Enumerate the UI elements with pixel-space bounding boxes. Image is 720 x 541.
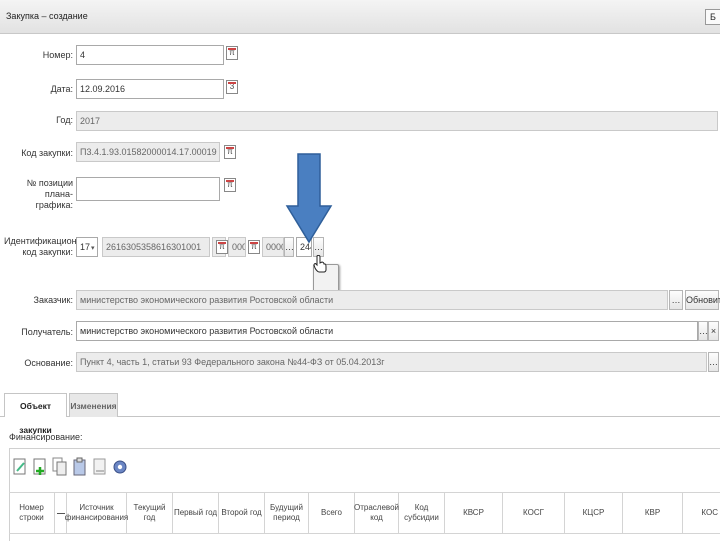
recipient-lookup-button[interactable]: … bbox=[698, 321, 708, 341]
window-title: Закупка – создание bbox=[6, 11, 88, 21]
customer-label: Заказчик: bbox=[33, 295, 73, 305]
col-kcsr[interactable]: КЦСР bbox=[565, 493, 623, 533]
edit-icon[interactable] bbox=[12, 457, 28, 477]
window-titlebar bbox=[0, 0, 720, 34]
ident-code-seg-a: 000 bbox=[228, 237, 246, 257]
plan-position-field[interactable] bbox=[76, 177, 220, 201]
table-header-bottom-border bbox=[9, 533, 720, 534]
col-row-number[interactable]: Номер строки bbox=[9, 493, 55, 533]
col-financing-source[interactable]: Источник финансирования bbox=[65, 493, 128, 533]
refresh-button[interactable]: Обновить bbox=[685, 290, 720, 310]
col-first-year[interactable]: Первый год bbox=[173, 493, 219, 533]
edit-number-icon[interactable]: π bbox=[226, 46, 238, 60]
copy-icon[interactable] bbox=[52, 457, 68, 477]
col-kosgu[interactable]: КОСГ bbox=[503, 493, 565, 533]
plan-position-label: № позиции плана-графика: bbox=[26, 178, 73, 210]
arrow-down-icon bbox=[285, 153, 333, 244]
calendar-icon[interactable]: 3 bbox=[226, 80, 238, 94]
number-label: Номер: bbox=[42, 50, 73, 60]
col-kvr[interactable]: КВР bbox=[623, 493, 683, 533]
ident-code-edit-icon-2[interactable]: π bbox=[248, 240, 260, 254]
basis-label: Основание: bbox=[24, 358, 73, 368]
date-field[interactable]: 12.09.2016 bbox=[76, 79, 224, 99]
recipient-field[interactable]: министерство экономического развития Рос… bbox=[76, 321, 698, 341]
col-second-year[interactable]: Второй год bbox=[219, 493, 265, 533]
year-label: Год: bbox=[56, 115, 73, 125]
tab-changes[interactable]: Изменения bbox=[69, 393, 118, 417]
ident-code-label: Идентификационный код закупки: bbox=[4, 236, 94, 257]
col-subsidy-code[interactable]: Код субсидии bbox=[399, 493, 445, 533]
number-field[interactable]: 4 bbox=[76, 45, 224, 65]
customer-lookup-button[interactable]: … bbox=[669, 290, 683, 310]
customer-field: министерство экономического развития Рос… bbox=[76, 290, 668, 310]
delete-icon[interactable] bbox=[92, 457, 108, 477]
tab-purchase-object[interactable]: Объект закупки bbox=[4, 393, 67, 435]
window-corner-button[interactable]: Б bbox=[705, 9, 720, 25]
year-field: 2017 bbox=[76, 111, 718, 131]
col-kvsr[interactable]: КВСР bbox=[445, 493, 503, 533]
paste-icon[interactable] bbox=[72, 457, 88, 477]
chevron-down-icon[interactable]: ▾ bbox=[91, 244, 95, 252]
add-icon[interactable] bbox=[32, 457, 48, 477]
recipient-label: Получатель: bbox=[21, 327, 73, 337]
ident-code-edit-icon-1[interactable]: π bbox=[216, 240, 228, 254]
purchase-code-label: Код закупки: bbox=[21, 148, 73, 158]
basis-lookup-button[interactable]: … bbox=[708, 352, 719, 372]
recipient-clear-button[interactable]: × bbox=[708, 321, 719, 341]
col-industry-code[interactable]: Отраслевой код bbox=[354, 493, 399, 533]
minus-icon bbox=[56, 512, 65, 514]
hand-cursor-icon bbox=[313, 255, 327, 273]
col-current-year[interactable]: Текущий год bbox=[127, 493, 173, 533]
settings-icon[interactable] bbox=[112, 457, 128, 477]
basis-field: Пункт 4, часть 1, статьи 93 Федерального… bbox=[76, 352, 707, 372]
col-total[interactable]: Всего bbox=[309, 493, 355, 533]
edit-plan-position-icon[interactable]: π bbox=[224, 178, 236, 192]
ident-code-seg-b: 0000 bbox=[262, 237, 284, 257]
edit-purchase-code-icon[interactable]: π bbox=[224, 145, 236, 159]
ident-code-field: 2616305358616301001 bbox=[102, 237, 210, 257]
col-kos[interactable]: КОС bbox=[683, 493, 720, 533]
col-future-period[interactable]: Будущий период bbox=[265, 493, 309, 533]
financing-label: Финансирование: bbox=[9, 432, 83, 442]
date-label: Дата: bbox=[50, 84, 73, 94]
purchase-code-field: П3.4.1.93.01582000014.17.00019 bbox=[76, 142, 220, 162]
